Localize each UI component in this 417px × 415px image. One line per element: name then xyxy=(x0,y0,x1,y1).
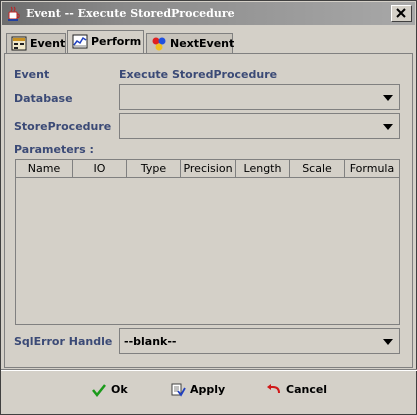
check-icon xyxy=(92,384,106,398)
cancel-button[interactable]: Cancel xyxy=(266,380,331,400)
chevron-down-icon[interactable] xyxy=(383,339,393,345)
sqlerror-value: --blank-- xyxy=(124,335,177,348)
apply-icon xyxy=(171,383,186,397)
tab-event-label: Event xyxy=(30,37,66,50)
tab-event[interactable]: Event xyxy=(6,33,66,53)
chevron-down-icon[interactable] xyxy=(383,95,393,101)
sqlerror-label: SqlError Handle xyxy=(14,335,113,348)
sqlerror-select[interactable]: --blank-- xyxy=(119,328,400,354)
title-bar[interactable]: Event -- Execute StoredProcedure xyxy=(2,2,415,25)
button-separator-highlight xyxy=(1,370,417,371)
dialog-window: Event -- Execute StoredProcedure Event P… xyxy=(0,0,417,415)
tab-perform[interactable]: Perform xyxy=(67,30,144,53)
storeprocedure-select[interactable] xyxy=(119,113,400,139)
apply-button[interactable]: Apply xyxy=(170,380,230,400)
storeprocedure-label: StoreProcedure xyxy=(14,120,112,133)
cancel-label: Cancel xyxy=(286,383,328,396)
ok-button[interactable]: Ok xyxy=(91,380,136,400)
apply-label: Apply xyxy=(190,383,226,396)
column-header-io[interactable]: IO xyxy=(73,160,127,178)
database-label: Database xyxy=(14,92,73,105)
java-cup-icon xyxy=(8,6,20,21)
undo-arrow-icon xyxy=(267,384,280,394)
ok-label: Ok xyxy=(111,383,128,396)
close-icon xyxy=(396,8,406,18)
event-value: Execute StoredProcedure xyxy=(119,68,278,81)
balls-icon xyxy=(152,37,166,51)
parameters-label: Parameters : xyxy=(14,143,94,156)
column-header-formula[interactable]: Formula xyxy=(345,160,399,178)
close-button[interactable] xyxy=(391,5,412,22)
tab-perform-label: Perform xyxy=(91,35,142,48)
chart-icon xyxy=(72,34,88,49)
event-label: Event xyxy=(14,68,50,81)
column-header-precision[interactable]: Precision xyxy=(181,160,236,178)
column-header-name[interactable]: Name xyxy=(16,160,73,178)
tab-nextevent[interactable]: NextEvent xyxy=(146,33,235,53)
column-header-type[interactable]: Type xyxy=(127,160,181,178)
column-header-length[interactable]: Length xyxy=(236,160,290,178)
event-grid-icon xyxy=(11,36,27,51)
parameters-table[interactable]: Name IO Type Precision Length Scale Form… xyxy=(15,159,400,325)
table-header: Name IO Type Precision Length Scale Form… xyxy=(16,160,399,178)
database-select[interactable] xyxy=(119,84,400,110)
window-title: Event -- Execute StoredProcedure xyxy=(26,7,235,20)
chevron-down-icon[interactable] xyxy=(383,124,393,130)
tab-nextevent-label: NextEvent xyxy=(170,37,235,50)
column-header-scale[interactable]: Scale xyxy=(290,160,345,178)
